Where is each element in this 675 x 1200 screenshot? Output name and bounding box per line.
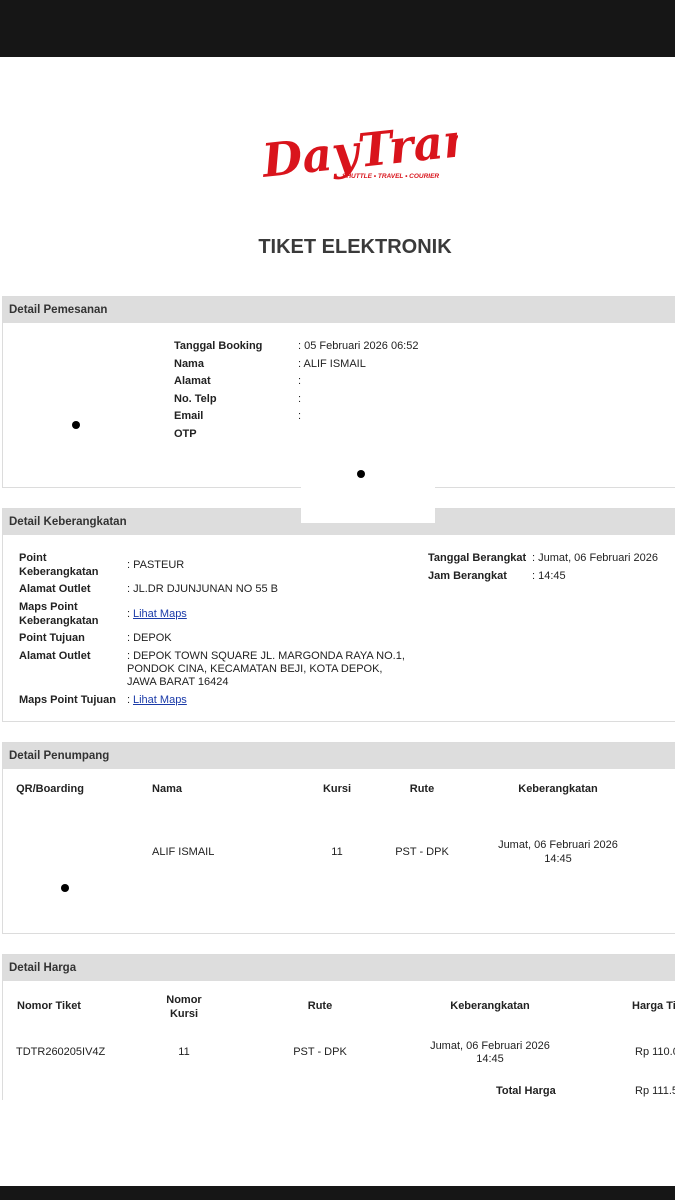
departure-point-label: Point Keberangkatan: [19, 552, 99, 578]
destination-maps-link[interactable]: Lihat Maps: [133, 693, 187, 707]
qr-placeholder-dot: [61, 884, 69, 892]
bottom-black-bar: [0, 1186, 675, 1200]
price-col-header: Nomor Kursi: [166, 994, 202, 1020]
price-departure-line: Jumat, 06 Februari 2026: [430, 1040, 550, 1052]
price-col-header: Rute: [307, 1000, 333, 1012]
destination-maps-label: Maps Point Tujuan: [19, 694, 116, 706]
departure-time-label: Jam Berangkat: [428, 570, 507, 582]
price-section: Detail Harga: [2, 954, 675, 1100]
booking-label: Alamat: [174, 375, 211, 387]
booking-value: :: [298, 375, 302, 387]
passenger-section-header: Detail Penumpang: [3, 743, 675, 769]
passenger-col-header: Nama: [152, 783, 182, 795]
booking-label: OTP: [174, 428, 197, 440]
redaction-dot: [357, 470, 365, 478]
departure-maps-label: Maps Point Keberangkatan: [19, 601, 99, 627]
booking-label: Tanggal Booking: [174, 340, 263, 352]
price-departure-line: 14:45: [476, 1053, 504, 1065]
passenger-departure-line: 14:45: [544, 853, 572, 865]
passenger-departure-line: Jumat, 06 Februari 2026: [498, 839, 618, 851]
price-seat: 11: [178, 1046, 190, 1058]
booking-label: Nama: [174, 358, 204, 370]
page-title: TIKET ELEKTRONIK: [258, 236, 452, 258]
departure-outlet-value: : JL.DR DJUNJUNAN NO 55 B: [127, 583, 278, 595]
departure-point-value: : PASTEUR: [127, 559, 185, 571]
booking-value: :: [298, 410, 302, 422]
qr-placeholder-dot: [72, 421, 80, 429]
booking-value: : ALIF ISMAIL: [298, 358, 366, 370]
departure-maps-colon: :: [127, 608, 131, 620]
passenger-col-header: Kursi: [322, 783, 352, 795]
booking-value: : 05 Februari 2026 06:52: [298, 340, 419, 352]
departure-date-label: Tanggal Berangkat: [428, 552, 527, 564]
destination-outlet-line: JAWA BARAT 16424: [127, 676, 229, 688]
price-col-header: Harga Ti: [632, 1000, 675, 1012]
booking-label: No. Telp: [174, 393, 217, 405]
booking-value: :: [298, 393, 302, 405]
price-route: PST - DPK: [293, 1046, 347, 1058]
booking-label: Email: [174, 410, 204, 422]
booking-section-header: Detail Pemesanan: [3, 297, 675, 323]
price-col-header: Keberangkatan: [450, 1000, 530, 1012]
passenger-col-header: Keberangkatan: [518, 783, 598, 795]
departure-maps-link[interactable]: Lihat Maps: [133, 607, 187, 621]
total-price-value: Rp 111.5: [635, 1085, 675, 1097]
passenger-name: ALIF ISMAIL: [152, 846, 215, 858]
passenger-route: PST - DPK: [395, 846, 449, 858]
total-price-label: Total Harga: [496, 1085, 556, 1097]
ticket-number: TDTR260205IV4Z: [16, 1046, 106, 1058]
passenger-seat: 11: [331, 846, 343, 858]
passenger-col-header: Rute: [409, 783, 435, 795]
price-col-header: Nomor Tiket: [17, 1000, 81, 1012]
destination-point-label: Point Tujuan: [19, 632, 85, 644]
daytrans-logo: DayTrans SHUTTLE • TRAVEL • COURIER: [258, 112, 458, 188]
ticket-price: Rp 110.0: [635, 1046, 675, 1058]
destination-outlet-label: Alamat Outlet: [19, 650, 91, 662]
destination-point-value: : DEPOK: [127, 632, 172, 644]
logo-tagline: SHUTTLE • TRAVEL • COURIER: [342, 173, 439, 180]
destination-outlet-line: PONDOK CINA, KECAMATAN BEJI, KOTA DEPOK,: [127, 663, 383, 675]
top-black-bar: [0, 0, 675, 57]
destination-maps-colon: :: [127, 694, 131, 706]
departure-outlet-label: Alamat Outlet: [19, 583, 91, 595]
redacted-area: [301, 500, 435, 523]
departure-date-value: : Jumat, 06 Februari 2026: [532, 552, 658, 564]
destination-outlet-line: : DEPOK TOWN SQUARE JL. MARGONDA RAYA NO…: [127, 650, 405, 662]
departure-time-value: : 14:45: [532, 570, 566, 582]
price-section-header: Detail Harga: [3, 955, 675, 981]
passenger-col-header: QR/Boarding: [16, 783, 84, 795]
